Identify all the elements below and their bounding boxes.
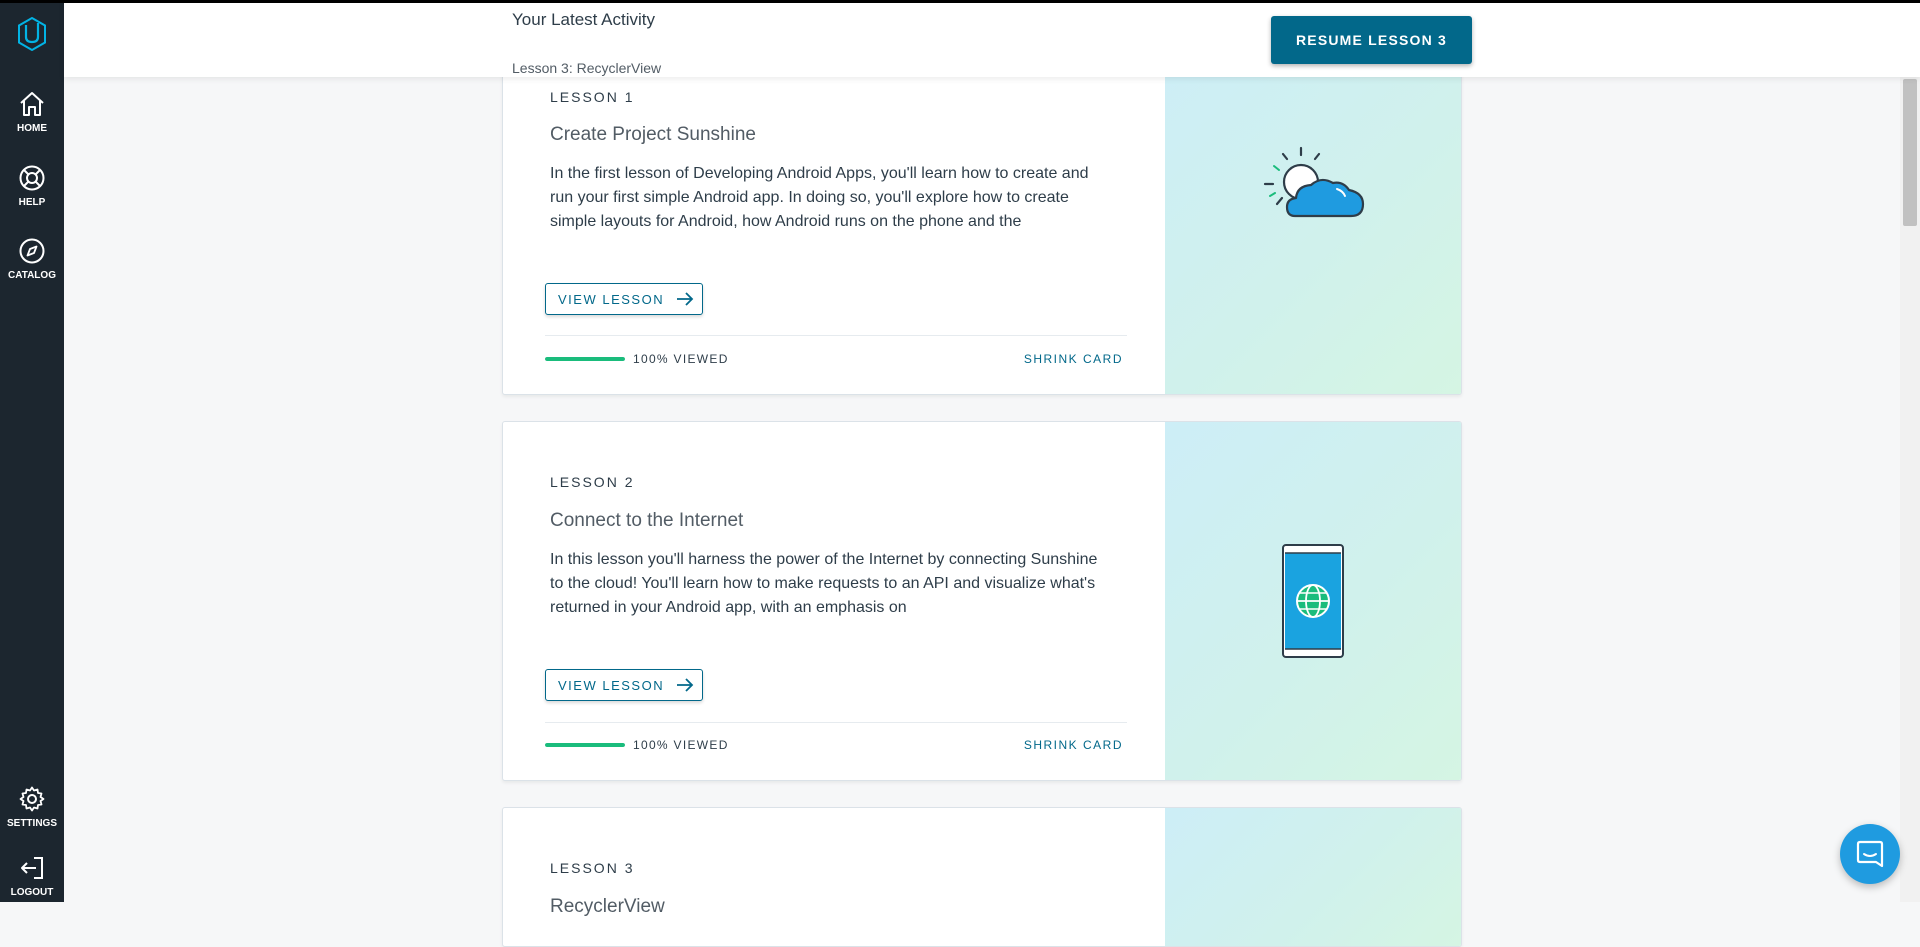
latest-activity-subtitle: Lesson 3: RecyclerView — [512, 60, 662, 76]
compass-icon — [19, 238, 45, 264]
nav-logout-label: LOGOUT — [10, 887, 54, 898]
lesson-card: LESSON 1 Create Project Sunshine In the … — [502, 43, 1462, 395]
progress-label: 100% VIEWED — [633, 738, 729, 752]
lesson-number: LESSON 1 — [550, 89, 635, 105]
nav-help-label: HELP — [18, 197, 46, 208]
nav-catalog-label: CATALOG — [8, 270, 56, 281]
view-lesson-label: VIEW LESSON — [558, 291, 665, 307]
lesson-card: LESSON 2 Connect to the Internet In this… — [502, 421, 1462, 781]
lesson-number: LESSON 2 — [550, 474, 635, 490]
nav-logout[interactable]: LOGOUT — [0, 854, 64, 914]
sidebar: HOME HELP CATALOG SETTINGS LOGOUT — [0, 0, 64, 902]
nav-help[interactable]: HELP — [0, 164, 64, 224]
progress-fill — [545, 357, 625, 361]
nav-settings-label: SETTINGS — [6, 818, 57, 829]
arrow-right-icon — [677, 678, 694, 692]
view-lesson-label: VIEW LESSON — [558, 677, 665, 693]
chat-button[interactable] — [1840, 824, 1900, 884]
view-lesson-button[interactable]: VIEW LESSON — [545, 669, 703, 701]
nav-home[interactable]: HOME — [0, 90, 64, 150]
lesson-title: Connect to the Internet — [550, 510, 744, 531]
card-divider — [545, 722, 1127, 723]
resume-lesson-button[interactable]: RESUME LESSON 3 — [1271, 16, 1472, 64]
card-divider — [545, 335, 1127, 336]
view-lesson-button[interactable]: VIEW LESSON — [545, 283, 703, 315]
lifebuoy-icon — [19, 165, 45, 191]
progress-label: 100% VIEWED — [633, 352, 729, 366]
lesson-description: In the first lesson of Developing Androi… — [550, 165, 1089, 230]
lesson-illustration — [1165, 44, 1461, 394]
lesson-illustration — [1165, 808, 1461, 946]
lesson-number: LESSON 3 — [550, 860, 635, 876]
progress-fill — [545, 743, 625, 747]
latest-activity-bar: Your Latest Activity Lesson 3: RecyclerV… — [64, 0, 1920, 77]
progress-bar — [545, 357, 625, 361]
lesson-description: In this lesson you'll harness the power … — [550, 551, 1098, 616]
nav-settings[interactable]: SETTINGS — [0, 785, 64, 845]
lesson-illustration — [1165, 422, 1461, 780]
lesson-card: LESSON 3 RecyclerView — [502, 807, 1462, 947]
nav-home-label: HOME — [17, 123, 47, 134]
home-icon — [20, 92, 44, 116]
gear-icon — [19, 786, 45, 812]
chat-icon — [1856, 840, 1884, 868]
lesson-title: Create Project Sunshine — [550, 124, 756, 145]
logout-icon — [21, 857, 43, 879]
page-scrollbar[interactable] — [1900, 77, 1920, 902]
nav-catalog[interactable]: CATALOG — [0, 237, 64, 297]
scrollbar-thumb[interactable] — [1903, 79, 1917, 226]
phone-globe-icon — [1282, 544, 1344, 658]
arrow-right-icon — [677, 292, 694, 306]
shrink-card-link[interactable]: SHRINK CARD — [1024, 738, 1123, 752]
lesson-title: RecyclerView — [550, 896, 665, 917]
progress-bar — [545, 743, 625, 747]
udacity-logo-icon[interactable] — [17, 16, 47, 56]
sun-cloud-icon — [1263, 146, 1365, 218]
shrink-card-link[interactable]: SHRINK CARD — [1024, 352, 1123, 366]
latest-activity-title: Your Latest Activity — [512, 10, 656, 29]
